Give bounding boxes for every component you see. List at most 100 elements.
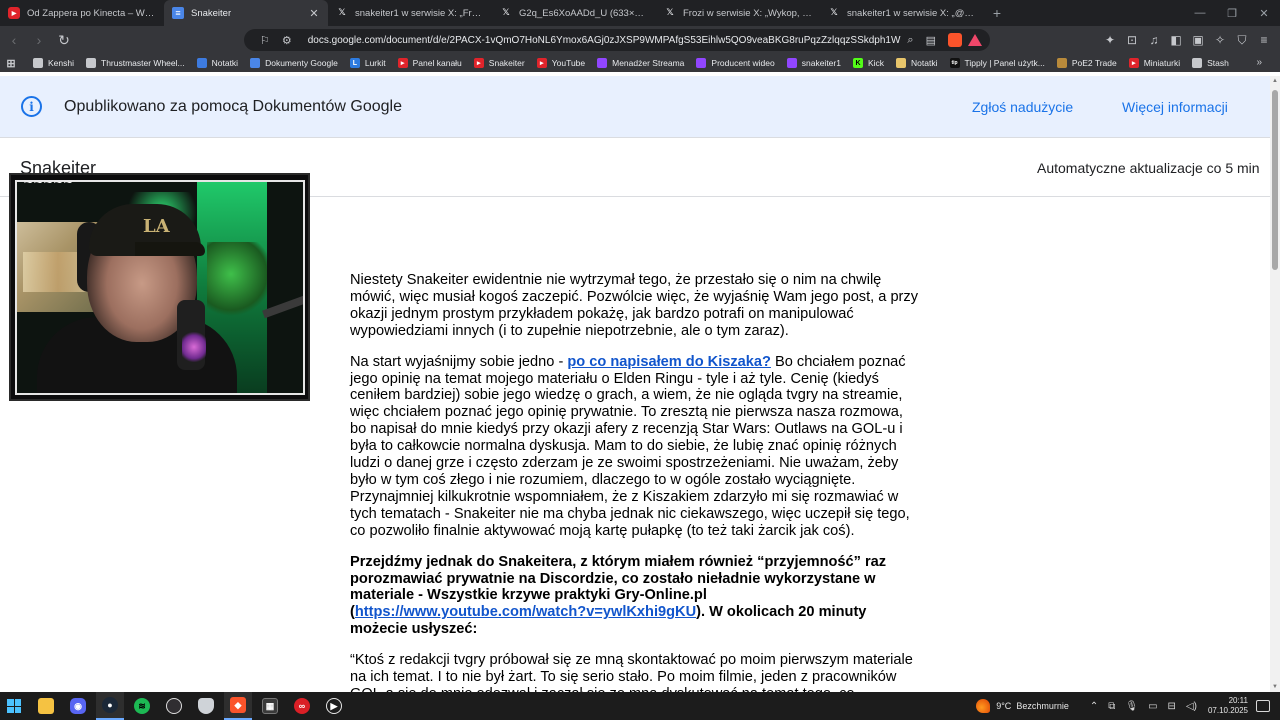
tab-0[interactable]: ▶ Od Zappera po Kinecta – WZLOTY i ... [0,0,164,26]
close-tab-icon[interactable]: ✕ [308,7,320,20]
taskbar-brave[interactable]: ◆ [224,692,252,720]
tray-app-icon[interactable]: ⧉ [1108,701,1115,712]
forward-icon[interactable]: › [28,29,50,51]
x-icon: 𝕏 [338,8,346,18]
shield-icon [198,698,214,714]
site-info-icon[interactable]: ⚙ [282,34,292,47]
taskbar-explorer[interactable] [32,692,60,720]
menu-icon[interactable]: ≡ [1254,30,1274,50]
info-icon: i [21,96,42,117]
taskbar-security[interactable] [192,692,220,720]
tab-3[interactable]: 𝕏 G2q_Es6XoAADd_U (633×507) [492,0,656,26]
twitch-icon [786,58,797,68]
twitch-icon [696,58,707,68]
taskbar-obs[interactable] [160,692,188,720]
display-icon[interactable]: ▭ [1148,701,1157,712]
tab-title: G2q_Es6XoAADd_U (633×507) [519,7,648,19]
scroll-up-icon[interactable]: ▲ [1272,78,1278,84]
bookmark-item[interactable]: PoE2 Trade [1056,58,1117,68]
close-window-icon[interactable]: ✕ [1248,0,1280,26]
spotify-icon: ≋ [134,698,150,714]
back-icon[interactable]: ‹ [3,29,25,51]
clock[interactable]: 20:11 07.10.2025 [1208,696,1248,716]
bookmark-item[interactable]: Dokumenty Google [250,58,338,68]
leo-ai-icon[interactable]: ✧ [1210,30,1230,50]
bookmark-item[interactable]: tip Tipply | Panel użytk... [949,58,1045,68]
bookmark-item[interactable]: Menadżer Streama [597,58,684,68]
google-docs-icon [250,58,261,68]
tab-strip: ▶ Od Zappera po Kinecta – WZLOTY i ... ≡… [0,0,1280,26]
tab-4[interactable]: 𝕏 Frozi w serwisie X: „Wykop, kiedy oka.… [656,0,820,26]
wallet-icon[interactable]: ▣ [1188,30,1208,50]
weather-temp: 9°C [996,701,1012,711]
zoom-icon[interactable]: ⌕ [907,34,913,47]
volume-icon[interactable]: ◁) [1186,701,1197,712]
reload-icon[interactable]: ↻ [53,29,75,51]
media-icon[interactable]: ♫ [1144,30,1164,50]
sidebar-icon[interactable]: ◧ [1166,30,1186,50]
extensions-icon[interactable]: ✦ [1100,30,1120,50]
bookmark-item[interactable]: Kenshi [33,58,74,68]
webcam-feed: LA [15,180,305,395]
webcam-signature-mark: ~~~~~ [23,175,73,190]
app-icon: ▦ [262,698,278,714]
scroll-thumb[interactable] [1272,90,1278,270]
bookmark-item[interactable]: ▸ Miniaturki [1128,58,1180,68]
taskbar-steam[interactable]: ● [96,692,124,720]
windows-taskbar: ◉ ● ≋ ◆ ▦ ∞ ▶ 9°C Bezchmurnie ⌃ ⧉ 🎙︎ ▭ ⊟… [0,692,1280,720]
microphone-icon[interactable]: 🎙︎ [1125,701,1138,712]
tab-title: snakeiter1 w serwisie X: „@FroozyP... [847,7,976,19]
tab-1[interactable]: ≡ Snakeiter ✕ [164,0,328,26]
bookmark-icon[interactable]: ⚐ [260,34,270,47]
reader-mode-icon[interactable]: ▤ [926,34,936,47]
brave-rewards-icon[interactable] [968,34,982,46]
bookmarks-overflow-icon[interactable]: » [1256,57,1262,68]
bookmark-item[interactable]: Stash [1192,58,1229,68]
chevron-up-icon[interactable]: ⌃ [1090,701,1098,712]
clock-time: 20:11 [1228,696,1248,705]
network-icon[interactable]: ⊟ [1168,701,1176,712]
bookmark-item[interactable]: ▸ Panel kanału [397,58,462,68]
bookmark-item[interactable]: Thrustmaster Wheel... [86,58,185,68]
url-text[interactable]: docs.google.com/document/d/e/2PACX-1vQmO… [308,35,902,46]
bookmark-item[interactable]: ▸ YouTube [536,58,585,68]
address-bar[interactable]: ⚐ ⚙ docs.google.com/document/d/e/2PACX-1… [244,29,990,51]
minimize-icon[interactable]: — [1184,0,1216,26]
report-abuse-link[interactable]: Zgłoś nadużycie [972,99,1073,115]
bookmark-item[interactable]: snakeiter1 [786,58,841,68]
taskbar-spotify[interactable]: ≋ [128,692,156,720]
notification-icon[interactable] [1256,700,1270,712]
new-tab-button[interactable]: + [984,0,1010,26]
bookmark-item[interactable]: Notatki [196,58,238,68]
twitch-icon [597,58,608,68]
weather-widget[interactable]: 9°C Bezchmurnie [976,699,1069,713]
scroll-down-icon[interactable]: ▼ [1272,684,1278,690]
screenshot-icon[interactable]: ⊡ [1122,30,1142,50]
bookmark-item[interactable]: L Lurkit [349,58,386,68]
start-button[interactable] [0,692,28,720]
bookmark-item[interactable]: K Kick [852,58,884,68]
x-icon: 𝕏 [666,8,674,18]
taskbar-app[interactable]: ▦ [256,692,284,720]
clock-date: 07.10.2025 [1207,706,1248,715]
tab-5[interactable]: 𝕏 snakeiter1 w serwisie X: „@FroozyP... [820,0,984,26]
taskbar-media-player[interactable]: ▶ [320,692,348,720]
generic-site-icon [1192,58,1203,68]
kiszak-link[interactable]: po co napisałem do Kiszaka? [567,354,771,370]
bookmark-folder[interactable]: Notatki [896,58,938,68]
window-controls: — ❐ ✕ [1184,0,1280,26]
restore-icon[interactable]: ❐ [1216,0,1248,26]
bookmark-item[interactable]: ▸ Snakeiter [473,58,525,68]
more-info-link[interactable]: Więcej informacji [1122,99,1228,115]
youtube-video-link[interactable]: https://www.youtube.com/watch?v=ywlKxhi9… [355,604,696,620]
taskbar-discord[interactable]: ◉ [64,692,92,720]
poe-icon [1056,58,1067,68]
taskbar-creative-cloud[interactable]: ∞ [288,692,316,720]
vpn-icon[interactable]: ⛉ [1232,30,1252,50]
bookmark-item[interactable]: Producent wideo [696,58,775,68]
brave-shields-icon[interactable] [948,33,962,47]
tab-2[interactable]: 𝕏 snakeiter1 w serwisie X: „Frozi, o co … [328,0,492,26]
webcam-overlay: LA ~~~~~ [9,173,310,401]
apps-grid-icon[interactable]: ⊞ [6,58,21,70]
page-scrollbar[interactable]: ▲ ▼ [1270,76,1280,692]
